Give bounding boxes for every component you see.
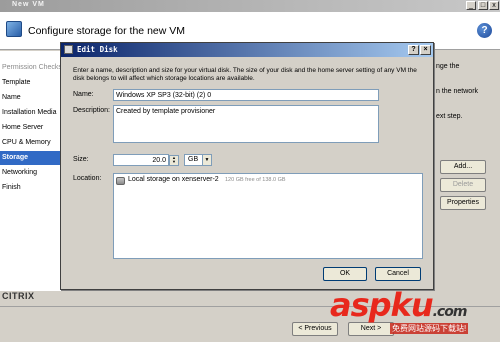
description-input[interactable]: Created by template provisioner xyxy=(113,105,379,143)
name-input[interactable]: Windows XP SP3 (32-bit) (2) 0 xyxy=(113,89,379,101)
location-free-space: 120 GB free of 138.0 GB xyxy=(225,177,286,183)
dialog-title: Edit Disk xyxy=(77,45,118,54)
nav-item-installation-media[interactable]: Installation Media xyxy=(0,106,68,120)
nav-item-permission-checks[interactable]: Permission Checks xyxy=(0,61,68,75)
help-icon[interactable]: ? xyxy=(477,23,492,38)
watermark-logo: aspku.com xyxy=(330,286,467,324)
bg-instruction-3: ext step. xyxy=(436,113,463,120)
size-unit-value: GB xyxy=(188,156,199,163)
chevron-down-icon: ▼ xyxy=(202,155,211,165)
add-disk-button[interactable]: Add... xyxy=(440,160,486,174)
previous-button[interactable]: < Previous xyxy=(292,322,338,336)
disk-icon xyxy=(64,45,73,54)
dialog-help-button[interactable]: ? xyxy=(408,45,419,55)
list-item[interactable]: Local storage on xenserver-2 120 GB free… xyxy=(116,176,420,186)
nav-item-home-server[interactable]: Home Server xyxy=(0,121,68,135)
bg-instruction-2: n the network xyxy=(436,88,479,95)
next-button[interactable]: Next > xyxy=(348,322,394,336)
maximize-button[interactable]: □ xyxy=(478,1,488,10)
size-label: Size: xyxy=(73,156,89,163)
description-label: Description: xyxy=(73,107,110,114)
ok-button[interactable]: OK xyxy=(323,267,367,281)
nav-item-finish[interactable]: Finish xyxy=(0,181,68,195)
nav-item-name[interactable]: Name xyxy=(0,91,68,105)
citrix-logo: CITRIX xyxy=(2,291,35,301)
size-stepper[interactable]: ▲ ▼ xyxy=(169,155,179,166)
dialog-titlebar: Edit Disk ? × xyxy=(61,43,433,57)
window-titlebar: New VM _ □ x xyxy=(0,0,500,12)
vm-icon xyxy=(6,21,22,37)
minimize-button[interactable]: _ xyxy=(466,1,476,10)
size-input[interactable]: 20.0 xyxy=(113,154,169,166)
nav-item-networking[interactable]: Networking xyxy=(0,166,68,180)
wizard-title: Configure storage for the new VM xyxy=(28,25,185,37)
edit-disk-dialog: Edit Disk ? × Enter a name, description … xyxy=(60,42,434,290)
location-label: Location: xyxy=(73,175,102,182)
cancel-button[interactable]: Cancel xyxy=(375,267,421,281)
nav-item-template[interactable]: Template xyxy=(0,76,68,90)
properties-button[interactable]: Properties xyxy=(440,196,486,210)
location-list[interactable]: Local storage on xenserver-2 120 GB free… xyxy=(113,173,423,259)
spin-down-icon[interactable]: ▼ xyxy=(170,160,178,164)
dialog-close-button[interactable]: × xyxy=(420,45,431,55)
location-name: Local storage on xenserver-2 xyxy=(128,176,219,183)
nav-item-storage[interactable]: Storage xyxy=(0,151,68,165)
name-label: Name: xyxy=(73,91,94,98)
nav-item-cpu-memory[interactable]: CPU & Memory xyxy=(0,136,68,150)
dialog-instructions: Enter a name, description and size for y… xyxy=(73,67,417,82)
window-title: New VM xyxy=(12,1,45,8)
storage-disk-icon xyxy=(116,177,125,185)
delete-disk-button[interactable]: Delete xyxy=(440,178,486,192)
watermark-subtitle: 免费网站源码下载站! xyxy=(390,323,469,334)
bg-instruction-1: nge the xyxy=(436,63,460,70)
wizard-nav: Permission Checks Template Name Installa… xyxy=(0,51,68,291)
close-button[interactable]: x xyxy=(489,1,499,10)
size-unit-select[interactable]: GB ▼ xyxy=(184,154,212,166)
